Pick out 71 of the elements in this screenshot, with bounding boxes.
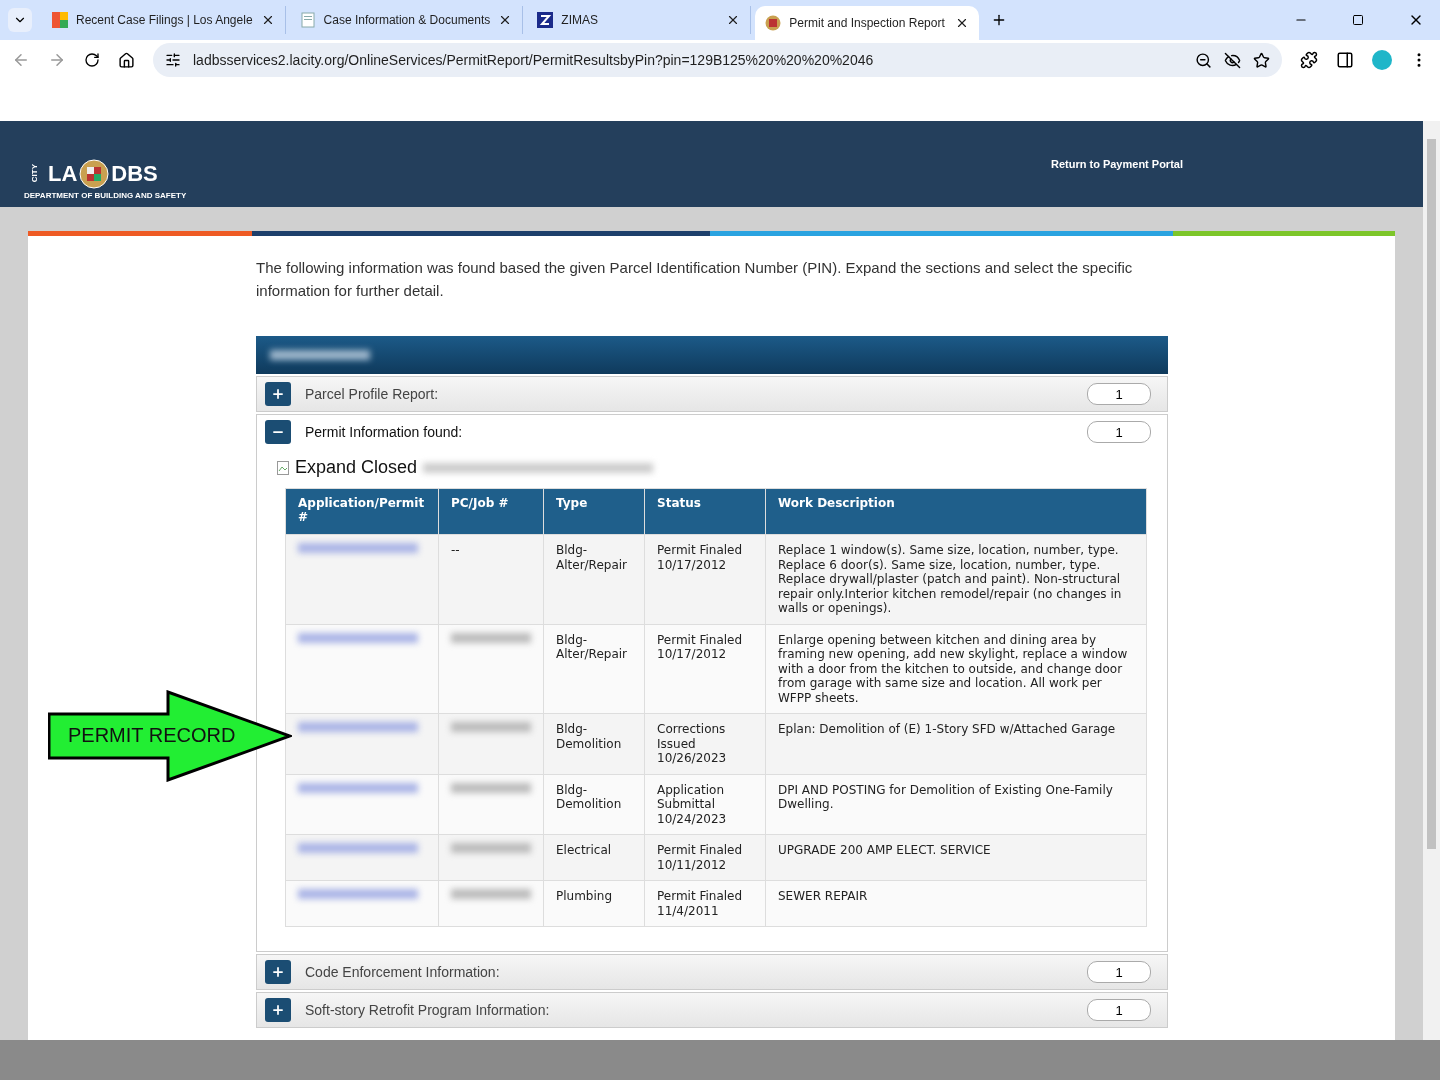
extensions-icon[interactable] (1300, 51, 1318, 69)
expand-button[interactable] (265, 998, 291, 1022)
browser-tab[interactable]: Permit and Inspection Report (755, 6, 980, 40)
column-header: Type (543, 488, 645, 535)
restore-icon[interactable] (1352, 14, 1364, 26)
table-cell: Permit Finaled 11/4/2011 (644, 880, 766, 927)
count-badge: 1 (1087, 999, 1151, 1021)
intro-text: The following information was found based the given Parcel Identification Number (PIN). Expand the sections and select the specific information for further detail. (256, 258, 1134, 301)
forward-icon[interactable] (48, 51, 66, 69)
plus-icon (271, 387, 285, 401)
table-cell: Permit Finaled 10/11/2012 (644, 834, 766, 881)
table-cell: Bldg- Demolition (543, 774, 645, 835)
table-cell: Enlarge opening between kitchen and dining area by framing new opening, add new skylight, replace a window with a door from the kitchen to outside, and change door from garage with same size and location. All work per WFPP sheets. (765, 624, 1147, 714)
z-logo-icon (537, 12, 554, 28)
browser-tab[interactable]: Recent Case Filings | Los Angele (42, 6, 286, 34)
browser-tab[interactable]: Case Information & Documents (289, 6, 524, 34)
count-badge: 1 (1087, 383, 1151, 405)
table-cell: Plumbing (543, 880, 645, 927)
zoom-icon[interactable] (1195, 51, 1212, 69)
section-title: Soft-story Retrofit Program Information: (305, 1002, 551, 1018)
column-header: PC/Job # (438, 488, 544, 535)
home-icon[interactable] (118, 51, 135, 69)
browser-tab[interactable]: ZIMAS (527, 6, 752, 34)
logo-text: DBS (111, 162, 158, 185)
logo-text: CITY (29, 164, 40, 183)
count-badge: 1 (1087, 961, 1151, 983)
reload-icon[interactable] (84, 52, 100, 68)
plus-icon (271, 965, 285, 979)
side-panel-icon[interactable] (1336, 51, 1354, 69)
tab-list-button[interactable] (8, 8, 32, 32)
logo-caption: DEPARTMENT OF BUILDING AND SAFETY (24, 190, 187, 200)
table-cell: Bldg- Alter/Repair (543, 534, 645, 624)
plus-icon (271, 1003, 285, 1017)
collapse-button[interactable] (265, 420, 291, 444)
broken-image-icon (277, 460, 289, 475)
table-cell: DPI AND POSTING for Demolition of Existing One-Family Dwelling. (765, 774, 1147, 835)
table-cell: Electrical (543, 834, 645, 881)
count-badge: 1 (1087, 421, 1151, 443)
seal-icon (765, 15, 782, 31)
section-title: Parcel Profile Report: (305, 386, 440, 402)
table-cell: Bldg- Demolition (543, 713, 645, 774)
annotation-label: PERMIT RECORD (68, 724, 236, 747)
scrollbar-thumb[interactable] (1427, 139, 1436, 849)
expand-button[interactable] (265, 960, 291, 984)
back-icon[interactable] (12, 51, 30, 69)
table-cell: Corrections Issued 10/26/2023 (644, 713, 766, 774)
section-title: Code Enforcement Information: (305, 964, 501, 980)
address-bar[interactable]: ladbsservices2.lacity.org/OnlineServices/PermitReport/PermitResultsbyPin?pin=129B125%20%20%20%2046 (153, 43, 1282, 77)
logo-text: LA (48, 162, 78, 185)
return-link[interactable]: Return to Payment Portal (1050, 158, 1183, 170)
table-cell: -- (438, 534, 544, 624)
eye-slash-icon[interactable] (1224, 51, 1241, 69)
table-cell: Permit Finaled 10/17/2012 (644, 534, 766, 624)
column-header: Status (644, 488, 766, 535)
section-title: Permit Information found: (305, 424, 464, 440)
table-cell: UPGRADE 200 AMP ELECT. SERVICE (765, 834, 1147, 881)
table-cell: Bldg- Alter/Repair (543, 624, 645, 714)
document-icon (299, 12, 316, 28)
table-cell: Replace 1 window(s). Same size, location, number, type. Replace 6 door(s). Same size, location, number, type. Replace drywall/plaster (patch and paint). Non-structural repair only.Interior kitchen remodel/repair (no changes in walls or openings). (765, 534, 1147, 624)
table-cell: Permit Finaled 10/17/2012 (644, 624, 766, 714)
table-cell: Eplan: Demolition of (E) 1-Story SFD w/Attached Garage (765, 713, 1147, 774)
city-seal-icon (79, 158, 110, 189)
column-header: Application/Permit # (285, 488, 439, 535)
site-settings-icon[interactable] (165, 52, 181, 68)
table-cell: SEWER REPAIR (765, 880, 1147, 927)
mosaic-icon (52, 12, 68, 28)
column-header: Work Description (765, 488, 1147, 535)
bookmark-icon[interactable] (1253, 51, 1270, 69)
table-cell: Application Submittal 10/24/2023 (644, 774, 766, 835)
image-alt-text: Expand Closed (295, 457, 418, 478)
expand-button[interactable] (265, 382, 291, 406)
